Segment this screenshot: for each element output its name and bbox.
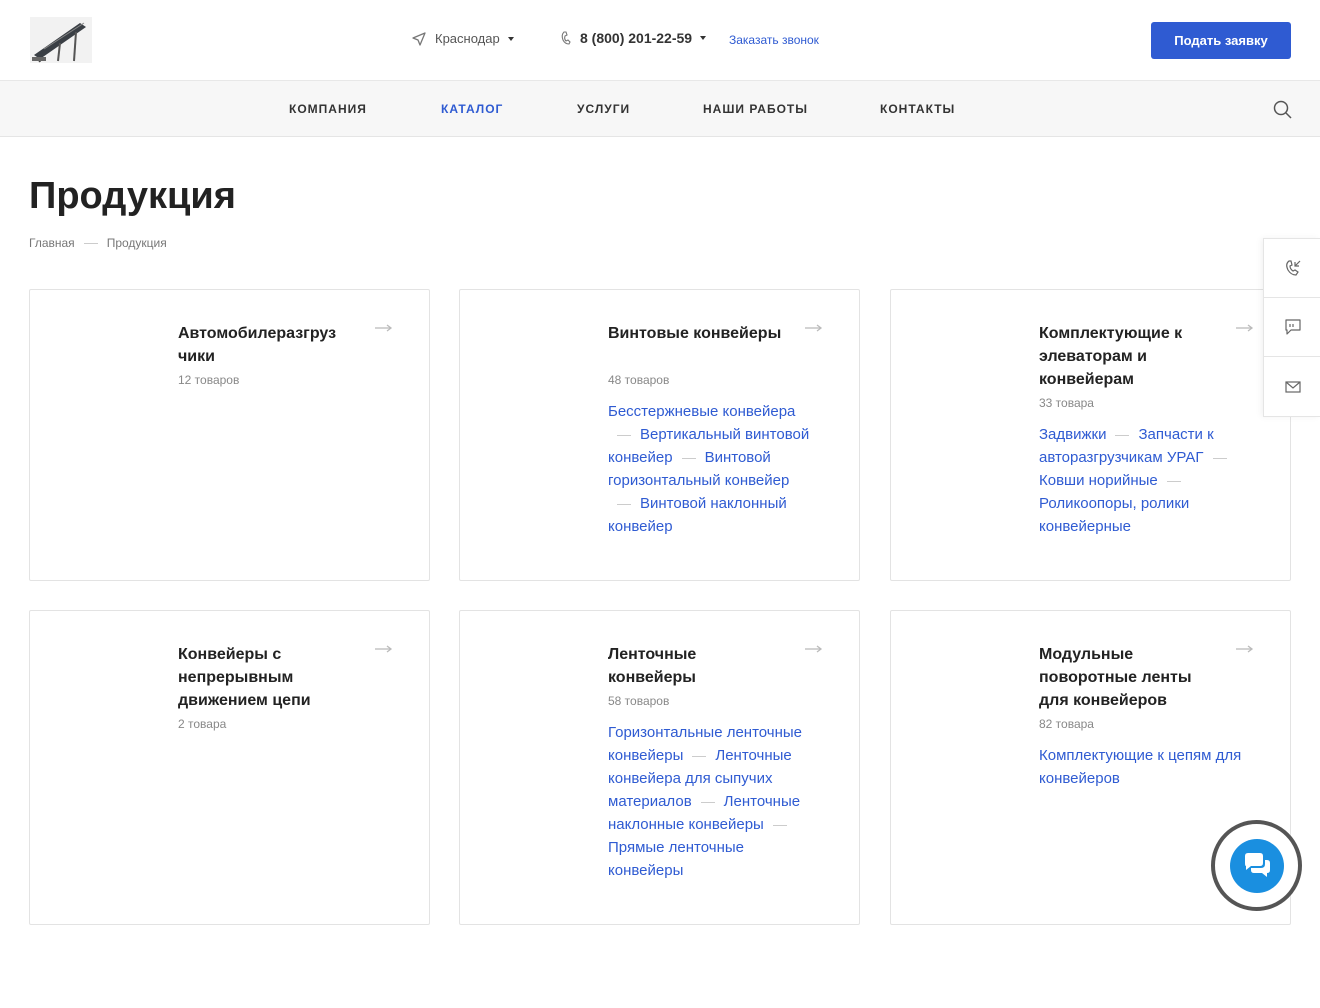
category-card[interactable]: Автомобилеразгруз чики 12 товаров <box>29 289 430 581</box>
nav-item-catalog[interactable]: КАТАЛОГ <box>441 102 503 116</box>
subcategory-list: Комплектующие к цепям для конвейеров <box>1039 744 1251 790</box>
callback-side-button[interactable] <box>1264 239 1320 298</box>
link-separator <box>617 503 631 505</box>
breadcrumb-home[interactable]: Главная <box>29 236 75 250</box>
arrow-right-icon[interactable] <box>805 645 823 653</box>
category-count: 2 товара <box>178 717 227 731</box>
breadcrumb: Главная Продукция <box>29 236 167 250</box>
subcategory-list: Задвижки Запчасти к авторазгрузчикам УРАГ… <box>1039 423 1251 538</box>
category-title[interactable]: Конвейеры с непрерывным движением цепи <box>178 643 358 712</box>
main-nav: КОМПАНИЯ КАТАЛОГ УСЛУГИ НАШИ РАБОТЫ КОНТ… <box>0 81 1320 137</box>
category-count: 33 товара <box>1039 396 1094 410</box>
phone-number[interactable]: 8 (800) 201-22-59 <box>560 30 707 46</box>
arrow-right-icon[interactable] <box>805 324 823 332</box>
callback-link[interactable]: Заказать звонок <box>729 33 819 47</box>
link-separator <box>700 801 715 803</box>
subcategory-list: Горизонтальные ленточные конвейеры Ленточ… <box>608 721 820 882</box>
category-title[interactable]: Модульные поворотные ленты для конвейеро… <box>1039 643 1219 712</box>
link-separator <box>1166 480 1181 482</box>
subcategory-link[interactable]: Задвижки <box>1039 426 1106 443</box>
category-card[interactable]: Конвейеры с непрерывным движением цепи 2… <box>29 610 430 925</box>
location-arrow-icon <box>412 31 426 46</box>
category-title[interactable]: Ленточные конвейеры <box>608 643 788 689</box>
link-separator <box>617 434 631 436</box>
chat-bubbles-glyph <box>1244 852 1270 877</box>
page-title: Продукция <box>29 175 236 217</box>
mail-side-button[interactable] <box>1264 357 1320 416</box>
subcategory-link[interactable]: Прямые ленточные конвейеры <box>608 839 744 879</box>
phone-label: 8 (800) 201-22-59 <box>580 30 693 46</box>
chevron-down-icon <box>507 36 514 41</box>
search-icon[interactable] <box>1273 100 1292 119</box>
subcategory-link[interactable]: Винтовой наклонный конвейер <box>608 495 787 535</box>
category-count: 58 товаров <box>608 694 670 708</box>
breadcrumb-separator <box>83 242 98 244</box>
arrow-right-icon[interactable] <box>1236 324 1254 332</box>
chat-bubble-icon <box>1229 838 1284 893</box>
subcategory-link[interactable]: Бесстержневые конвейера <box>608 403 795 420</box>
nav-item-our-works[interactable]: НАШИ РАБОТЫ <box>703 102 808 116</box>
message-side-button[interactable] <box>1264 298 1320 357</box>
breadcrumb-current: Продукция <box>106 236 167 250</box>
conveyor-logo-icon <box>30 17 92 63</box>
category-count: 82 товара <box>1039 717 1094 731</box>
subcategory-link[interactable]: Комплектующие к цепям для конвейеров <box>1039 747 1241 787</box>
city-selector[interactable]: Краснодар <box>412 31 514 46</box>
link-separator <box>1212 457 1227 459</box>
mail-icon <box>1284 380 1301 393</box>
nav-item-contacts[interactable]: КОНТАКТЫ <box>880 102 955 116</box>
chat-widget-button[interactable] <box>1211 820 1302 911</box>
link-separator <box>681 457 696 459</box>
link-separator <box>692 755 707 757</box>
nav-item-services[interactable]: УСЛУГИ <box>577 102 630 116</box>
submit-request-button[interactable]: Подать заявку <box>1151 22 1291 59</box>
header: Краснодар 8 (800) 201-22-59 Заказать зво… <box>0 0 1320 81</box>
callback-phone-icon <box>1285 260 1300 276</box>
arrow-right-icon[interactable] <box>375 645 393 653</box>
chat-message-icon <box>1284 319 1301 335</box>
category-count: 48 товаров <box>608 373 670 387</box>
category-title[interactable]: Комплектующие к элеваторам и конвейерам <box>1039 322 1219 391</box>
category-count: 12 товаров <box>178 373 240 387</box>
side-contact-panel <box>1263 238 1320 417</box>
arrow-right-icon[interactable] <box>1236 645 1254 653</box>
link-separator <box>772 824 787 826</box>
arrow-right-icon[interactable] <box>375 324 393 332</box>
subcategory-link[interactable]: Роликоопоры, ролики конвейерные <box>1039 495 1189 535</box>
phone-icon <box>561 31 571 45</box>
category-card[interactable]: Винтовые конвейеры 48 товаров Бесстержне… <box>459 289 860 581</box>
category-card[interactable]: Комплектующие к элеваторам и конвейерам … <box>890 289 1291 581</box>
city-label: Краснодар <box>435 31 500 46</box>
category-title[interactable]: Винтовые конвейеры <box>608 322 788 345</box>
category-title[interactable]: Автомобилеразгруз чики <box>178 322 358 368</box>
subcategory-list: Бесстержневые конвейераВертикальный винт… <box>608 400 820 538</box>
category-card[interactable]: Ленточные конвейеры 58 товаров Горизонта… <box>459 610 860 925</box>
site-logo[interactable] <box>30 17 92 63</box>
nav-item-company[interactable]: КОМПАНИЯ <box>289 102 367 116</box>
link-separator <box>1115 434 1130 436</box>
subcategory-link[interactable]: Ковши норийные <box>1039 472 1158 489</box>
chevron-down-icon <box>700 36 707 40</box>
